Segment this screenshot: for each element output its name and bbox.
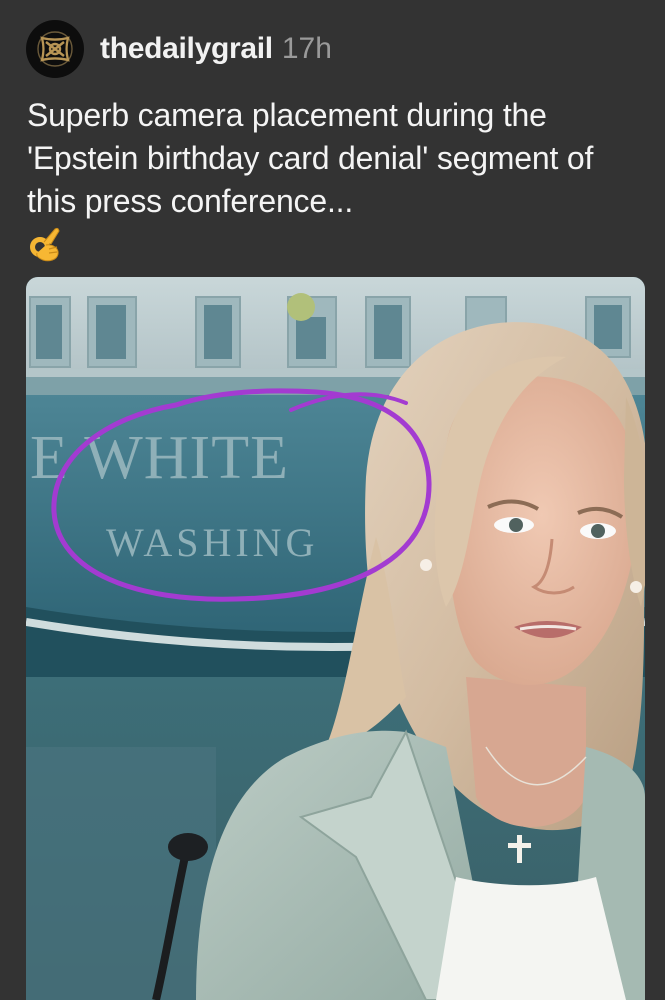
ok-hand-emoji-icon bbox=[30, 227, 60, 262]
celtic-knot-icon bbox=[37, 31, 73, 67]
username[interactable]: thedailygrail bbox=[100, 32, 273, 66]
post-caption: Superb camera placement during the 'Epst… bbox=[27, 94, 647, 263]
annotation-circle bbox=[51, 388, 432, 602]
avatar[interactable] bbox=[26, 20, 84, 78]
timestamp: 17h bbox=[281, 32, 332, 65]
post-header: thedailygrail 17h bbox=[26, 20, 332, 78]
caption-text: Superb camera placement during the 'Epst… bbox=[27, 97, 594, 219]
post-card: thedailygrail 17h Superb camera placemen… bbox=[0, 0, 665, 1000]
post-image[interactable]: E WHITE WASHING bbox=[26, 277, 645, 1000]
